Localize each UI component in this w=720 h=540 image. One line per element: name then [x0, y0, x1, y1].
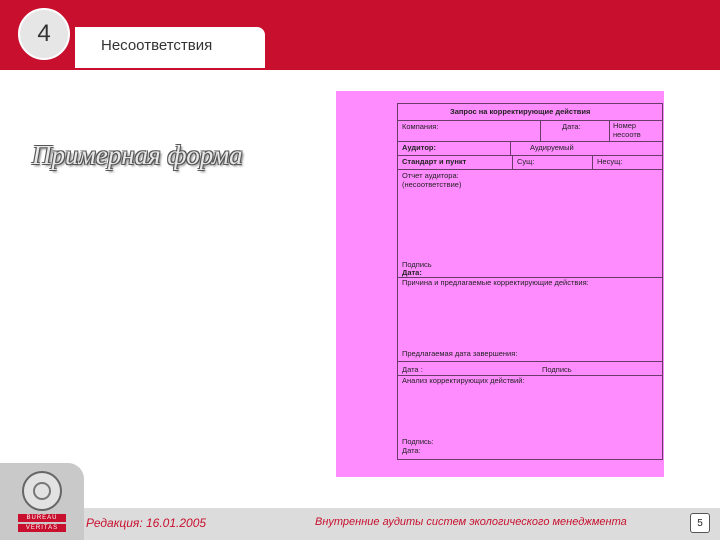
- form-proposed-date-label: Предлагаемая дата завершения:: [402, 349, 518, 358]
- form-company-label: Компания:: [402, 122, 439, 131]
- corrective-action-form: Запрос на корректирующие действия Компан…: [397, 103, 663, 460]
- form-sign-label-3: Подпись:: [402, 437, 434, 446]
- form-cause-label: Причина и предлагаемые корректирующие де…: [402, 278, 589, 287]
- section-number-badge: 4: [18, 8, 70, 60]
- edition-date: Редакция: 16.01.2005: [86, 516, 207, 530]
- page-number-text: 5: [697, 517, 703, 529]
- form-standard-label: Стандарт и пункт: [402, 157, 467, 166]
- logo-text-bureau: BUREAU: [26, 515, 58, 521]
- section-title: Несоответствия: [101, 37, 213, 54]
- logo-text-veritas: VERITAS: [25, 525, 59, 531]
- form-sush-label: Сущ:: [517, 157, 535, 166]
- section-number: 4: [37, 20, 51, 47]
- form-number-label-2: несоотв: [613, 130, 641, 139]
- form-report-label-2: (несоответствие): [402, 180, 462, 189]
- section-title-tab: Несоответствия: [75, 27, 265, 68]
- page-number: 5: [690, 513, 710, 533]
- form-auditee-label: Аудируемый: [530, 143, 574, 152]
- bureau-veritas-seal-icon: [22, 471, 62, 511]
- form-number-label-1: Номер: [613, 121, 637, 130]
- form-nesush-label: Несущ:: [597, 157, 623, 166]
- form-analysis-label: Анализ корректирующих действий:: [402, 376, 525, 385]
- form-date-label: Дата:: [562, 122, 581, 131]
- form-report-label-1: Отчет аудитора:: [402, 171, 459, 180]
- form-sign-label-2: Подпись: [542, 365, 572, 374]
- page-title: Примерная форма: [32, 140, 243, 170]
- form-heading: Запрос на корректирующие действия: [450, 107, 591, 116]
- form-date-label-1: Дата:: [402, 268, 422, 277]
- form-date-label-3: Дата:: [402, 446, 421, 455]
- form-date-label-2: Дата :: [402, 365, 423, 374]
- logo-band-bottom: VERITAS: [18, 524, 66, 532]
- form-auditor-label: Аудитор:: [402, 143, 437, 152]
- course-title: Внутренние аудиты систем экологического …: [315, 516, 627, 528]
- logo-band-top: BUREAU: [18, 514, 66, 522]
